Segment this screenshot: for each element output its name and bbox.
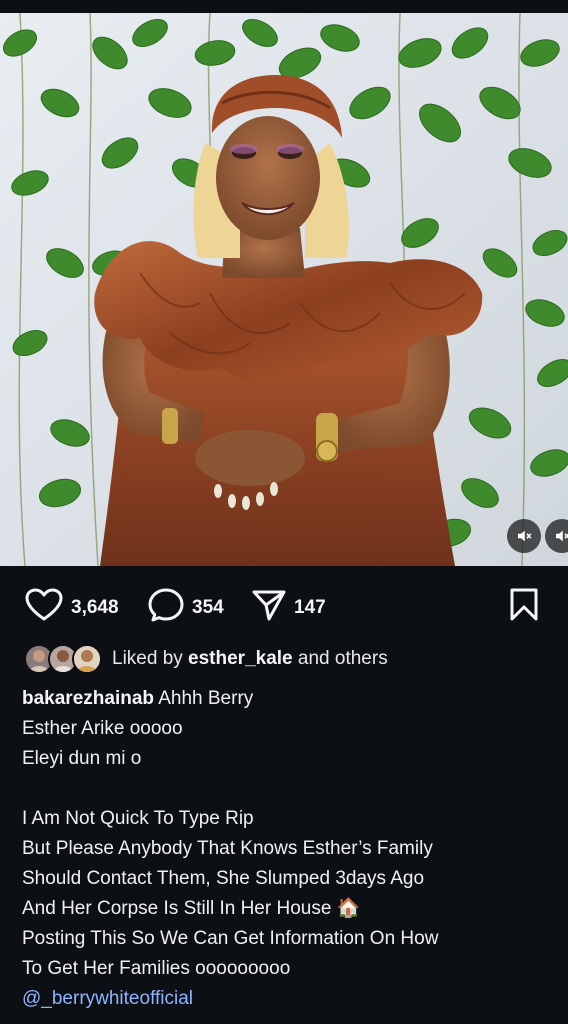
- paper-plane-icon: [252, 588, 286, 627]
- comment-count: 354: [192, 596, 224, 618]
- post-media[interactable]: [0, 13, 568, 566]
- caption-line: Posting This So We Can Get Information O…: [22, 928, 439, 949]
- caption-line: To Get Her Families ooooooooo: [22, 958, 291, 979]
- share-button[interactable]: 147: [252, 588, 326, 627]
- comment-button[interactable]: 354: [148, 588, 224, 627]
- caption-line: Should Contact Them, She Slumped 3days A…: [22, 868, 425, 889]
- caption-line: But Please Anybody That Knows Esther’s F…: [22, 838, 433, 859]
- liker-avatars: [24, 644, 104, 674]
- post-caption: bakarezhainab Ahhh Berry Esther Arike oo…: [22, 684, 552, 1014]
- caption-text: Ahhh Berry: [154, 688, 254, 709]
- caption-line: And Her Corpse Is Still In Her House 🏠: [22, 898, 361, 919]
- save-button[interactable]: [509, 588, 539, 627]
- avatar: [72, 644, 102, 674]
- liked-by-username[interactable]: esther_kale: [188, 648, 293, 669]
- liked-by-text: Liked by esther_kale and others: [112, 648, 388, 669]
- bookmark-icon: [509, 588, 539, 626]
- comment-bubble-icon: [148, 588, 184, 627]
- mention-link[interactable]: @_berrywhiteofficial: [22, 984, 552, 1014]
- like-count: 3,648: [71, 596, 119, 618]
- caption-username[interactable]: bakarezhainab: [22, 688, 154, 709]
- speaker-muted-icon: [515, 527, 533, 545]
- post-photo: [0, 13, 568, 566]
- caption-line: [22, 774, 552, 804]
- caption-line: I Am Not Quick To Type Rip: [22, 808, 254, 829]
- caption-line: Eleyi dun mi o: [22, 748, 142, 769]
- caption-line: Esther Arike ooooo: [22, 718, 183, 739]
- mute-button[interactable]: [507, 519, 541, 553]
- share-count: 147: [294, 596, 326, 618]
- liked-by-row[interactable]: Liked by esther_kale and others: [24, 643, 388, 675]
- heart-icon: [25, 588, 63, 627]
- post-action-bar: 3,648 354 147: [0, 566, 568, 642]
- status-bar-strip: [0, 0, 568, 13]
- like-button[interactable]: 3,648: [25, 588, 119, 627]
- speaker-muted-icon: [553, 527, 568, 545]
